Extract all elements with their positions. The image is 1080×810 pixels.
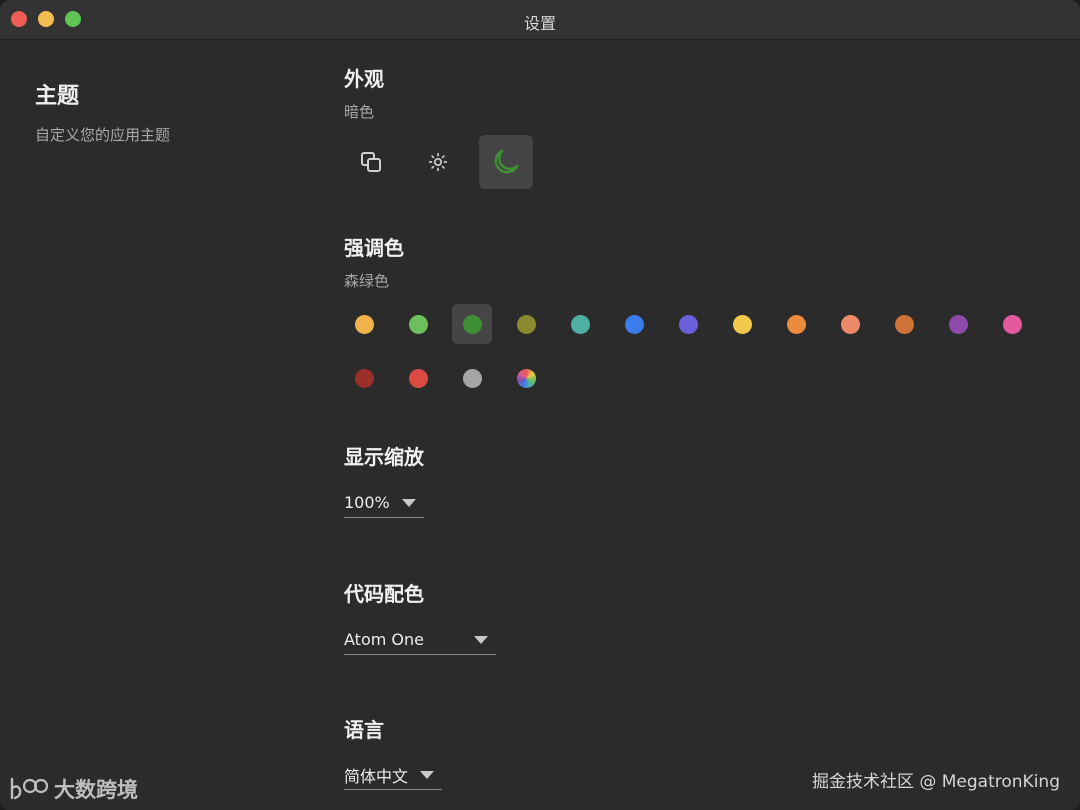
language-title: 语言 bbox=[344, 718, 384, 742]
accent-swatch[interactable] bbox=[992, 304, 1032, 344]
language-select-value: 简体中文 bbox=[344, 766, 409, 786]
accent-swatch[interactable] bbox=[938, 304, 978, 344]
sidebar-title: 主题 bbox=[35, 84, 80, 109]
accent-swatch-dot bbox=[840, 314, 860, 334]
accent-swatch-dot bbox=[462, 368, 482, 388]
sun-icon bbox=[428, 152, 448, 172]
accent-swatch-dot bbox=[1002, 314, 1022, 334]
accent-swatch[interactable] bbox=[830, 304, 870, 344]
accent-title: 强调色 bbox=[344, 236, 404, 260]
accent-swatch-dot bbox=[354, 368, 374, 388]
accent-swatch[interactable] bbox=[452, 304, 492, 344]
dark-mode-button[interactable] bbox=[479, 135, 533, 189]
appearance-title: 外观 bbox=[344, 67, 384, 91]
accent-swatch[interactable] bbox=[344, 358, 384, 398]
accent-swatch[interactable] bbox=[560, 304, 600, 344]
watermark-logo: 大数跨境 bbox=[8, 774, 138, 804]
accent-swatch-dot bbox=[408, 314, 428, 334]
accent-swatch-dot bbox=[948, 314, 968, 334]
chevron-down-icon bbox=[402, 499, 416, 507]
accent-swatch[interactable] bbox=[506, 358, 546, 398]
accent-swatch[interactable] bbox=[614, 304, 654, 344]
accent-swatch-dot bbox=[354, 314, 374, 334]
accent-swatch[interactable] bbox=[452, 358, 492, 398]
accent-swatch-dot bbox=[624, 314, 644, 334]
accent-swatch[interactable] bbox=[398, 304, 438, 344]
accent-swatch[interactable] bbox=[668, 304, 708, 344]
settings-window: 设置 主题 自定义您的应用主题 外观 暗色 强调色 森绿色 显示缩放 100% … bbox=[0, 0, 1080, 810]
moon-icon bbox=[494, 149, 519, 174]
accent-swatch[interactable] bbox=[884, 304, 924, 344]
accent-swatch[interactable] bbox=[722, 304, 762, 344]
code-theme-title: 代码配色 bbox=[344, 582, 424, 606]
watermark-left-text: 大数跨境 bbox=[54, 778, 138, 802]
window-title: 设置 bbox=[523, 14, 556, 33]
accent-swatch-dot bbox=[516, 368, 536, 388]
accent-swatch[interactable] bbox=[776, 304, 816, 344]
system-mode-icon bbox=[361, 152, 381, 172]
system-mode-button[interactable] bbox=[344, 135, 398, 189]
code-theme-select-value: Atom One bbox=[344, 630, 424, 649]
accent-swatch-dot bbox=[570, 314, 590, 334]
appearance-current: 暗色 bbox=[344, 103, 375, 121]
accent-swatch[interactable] bbox=[398, 358, 438, 398]
scale-select[interactable]: 100% bbox=[344, 488, 424, 518]
code-theme-select[interactable]: Atom One bbox=[344, 625, 496, 655]
accent-swatch[interactable] bbox=[506, 304, 546, 344]
title-bar: 设置 bbox=[0, 0, 1080, 40]
accent-swatch-dot bbox=[408, 368, 428, 388]
accent-swatch[interactable] bbox=[344, 304, 384, 344]
chevron-down-icon bbox=[420, 771, 434, 779]
watermark-right-text: 掘金技术社区 @ MegatronKing bbox=[811, 772, 1060, 792]
accent-swatch-dot bbox=[516, 314, 536, 334]
accent-swatch-dot bbox=[786, 314, 806, 334]
accent-swatch-dot bbox=[678, 314, 698, 334]
scale-title: 显示缩放 bbox=[344, 445, 424, 469]
accent-swatch-dot bbox=[462, 314, 482, 334]
sidebar-subtitle: 自定义您的应用主题 bbox=[35, 126, 171, 144]
accent-swatch-dot bbox=[732, 314, 752, 334]
light-mode-button[interactable] bbox=[411, 135, 465, 189]
accent-swatch-dot bbox=[894, 314, 914, 334]
language-select[interactable]: 简体中文 bbox=[344, 760, 442, 790]
accent-current: 森绿色 bbox=[344, 272, 390, 290]
brand-logo-icon bbox=[10, 777, 48, 800]
chevron-down-icon bbox=[474, 636, 488, 644]
scale-select-value: 100% bbox=[344, 493, 390, 512]
